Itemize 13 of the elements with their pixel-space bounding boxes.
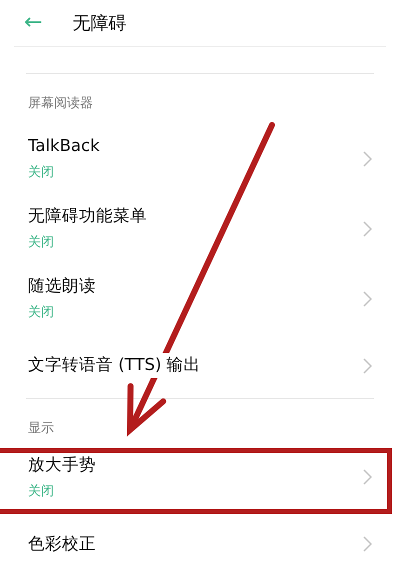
chevron-icon bbox=[363, 290, 372, 306]
chevron-icon bbox=[363, 220, 372, 236]
page-title: 无障碍 bbox=[72, 12, 126, 36]
chevron-icon bbox=[363, 358, 372, 374]
chevron-icon bbox=[363, 469, 372, 485]
setting-status: 关闭 bbox=[28, 234, 54, 252]
setting-status: 关闭 bbox=[28, 304, 54, 322]
section-header: 屏幕阅读器 bbox=[28, 96, 93, 111]
section-header: 显示 bbox=[28, 420, 54, 436]
setting-status: 关闭 bbox=[28, 164, 54, 182]
chevron-icon bbox=[363, 536, 372, 552]
setting-status: 关闭 bbox=[28, 482, 54, 501]
chevron-icon bbox=[363, 150, 372, 166]
